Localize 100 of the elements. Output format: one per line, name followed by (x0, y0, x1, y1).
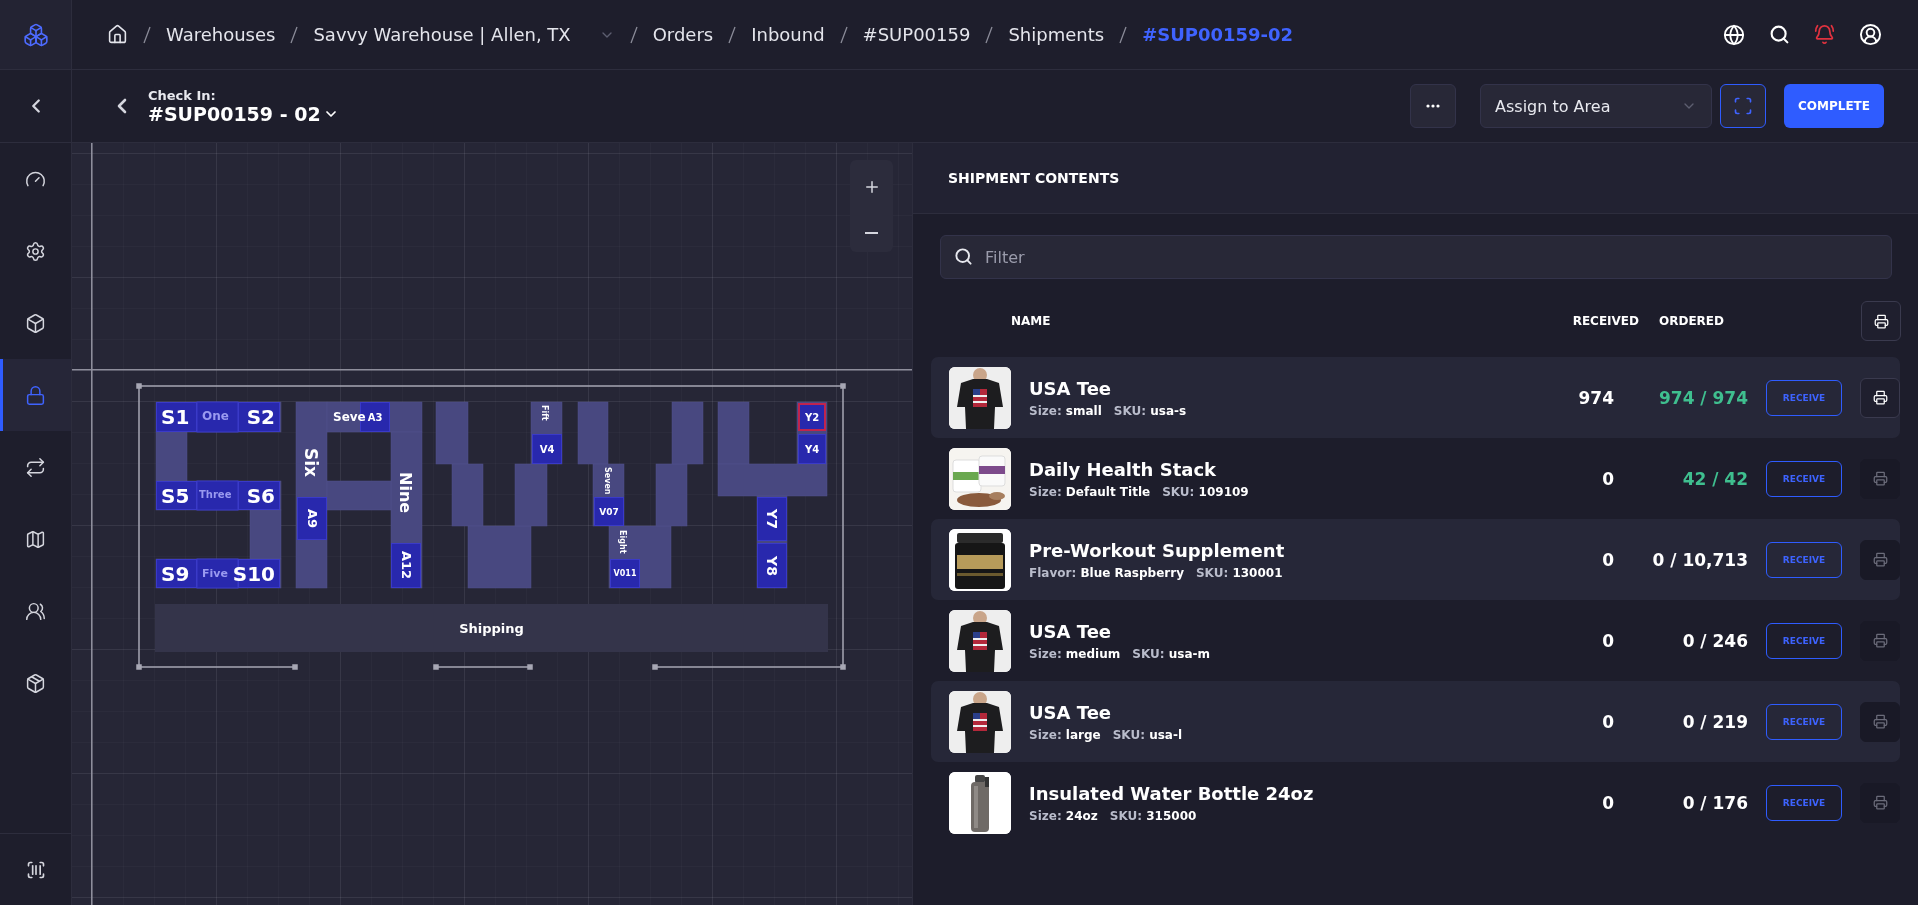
printer-icon (1873, 313, 1889, 329)
received-count: 0 (1601, 549, 1614, 570)
printer-icon (1872, 390, 1888, 405)
area-label: One (202, 410, 229, 422)
printer-icon (1872, 471, 1888, 486)
page-title: #SUP00159 - 02 (148, 102, 321, 125)
home-icon (107, 24, 128, 45)
slash-icon (628, 24, 639, 45)
ordered-count: 42 / 42 (1681, 468, 1748, 489)
user-icon[interactable] (1859, 23, 1882, 46)
storage-zone[interactable]: Y8 (757, 543, 787, 588)
storage-zone[interactable]: V011 (610, 559, 640, 588)
storage-zone[interactable]: Y4 (798, 434, 826, 464)
minus-icon (865, 232, 878, 234)
item-name: USA Tee (1029, 377, 1113, 399)
item-name: USA Tee (1029, 620, 1113, 642)
breadcrumb-link[interactable]: #SUP00159 (862, 24, 971, 45)
map-icon (25, 528, 46, 550)
breadcrumb-link[interactable]: Inbound (751, 24, 825, 45)
box-icon (25, 312, 46, 334)
item-detail: Flavor: Blue Raspberry (1029, 565, 1184, 580)
search-icon[interactable] (1769, 24, 1790, 45)
storage-zone[interactable]: Y7 (757, 497, 787, 541)
area-label: Fift (540, 405, 548, 421)
logo-icon (22, 21, 49, 48)
area-select[interactable]: Assign to Area (1480, 84, 1712, 128)
area-label: Six (302, 448, 319, 478)
column-header: RECEIVED (1571, 314, 1639, 328)
page-caption: Check In: (148, 87, 217, 103)
item-detail: Size: large (1029, 727, 1101, 742)
print-all-button[interactable] (1861, 301, 1901, 341)
home-link[interactable] (107, 24, 128, 45)
item-name: Daily Health Stack (1029, 458, 1218, 480)
ordered-count: 974 / 974 (1657, 387, 1748, 408)
storage-zone[interactable]: S1 (156, 402, 197, 432)
received-count: 0 (1601, 468, 1614, 489)
lock-icon (25, 384, 46, 406)
bell-icon[interactable] (1814, 24, 1835, 45)
sidebar-item[interactable] (0, 359, 71, 431)
package-icon (25, 672, 46, 694)
storage-zone[interactable]: A9 (297, 497, 327, 540)
item-detail: Size: medium (1029, 646, 1121, 661)
storage-zone[interactable]: A12 (391, 543, 421, 588)
printer-icon (1872, 552, 1888, 567)
storage-zone[interactable]: V07 (594, 497, 624, 526)
receive-button[interactable]: RECEIVE (1766, 622, 1842, 659)
ordered-count: 0 / 176 (1681, 792, 1748, 813)
slash-icon (142, 24, 152, 45)
storage-zone[interactable]: S5 (156, 481, 197, 510)
globe-icon[interactable] (1723, 23, 1745, 46)
scan-button[interactable] (1720, 84, 1766, 128)
slash-icon (727, 24, 738, 45)
area-label: Seven (603, 467, 611, 495)
printer-icon (1872, 795, 1888, 810)
storage-zone[interactable]: S2 (238, 402, 280, 432)
item-detail: SKU: usa-s (1113, 403, 1187, 418)
repeat-icon (25, 456, 46, 478)
area-label: Five (202, 568, 228, 579)
slash-icon (289, 24, 300, 45)
complete-button[interactable]: COMPLETE (1784, 84, 1884, 128)
panel-title: SHIPMENT CONTENTS (948, 170, 1120, 186)
ellipsis-icon (1426, 104, 1440, 108)
area-label: Three (199, 490, 232, 500)
item-detail: Size: 24oz (1029, 808, 1098, 823)
area-label: Nine (397, 472, 413, 514)
item-detail: SKU: usa-l (1112, 727, 1183, 742)
column-header: NAME (1011, 314, 1052, 328)
item-detail: SKU: 315000 (1109, 808, 1197, 823)
slash-icon (984, 24, 995, 45)
item-detail: SKU: 109109 (1162, 484, 1249, 499)
breadcrumb-link[interactable]: Warehouses (166, 24, 276, 45)
item-detail: SKU: usa-m (1132, 646, 1210, 661)
slash-icon (1118, 24, 1129, 45)
ordered-count: 0 / 10,713 (1651, 549, 1748, 570)
storage-zone[interactable]: V4 (532, 434, 562, 464)
area-label: Eight (618, 530, 626, 554)
ordered-count: 0 / 219 (1681, 711, 1748, 732)
item-detail: SKU: 130001 (1195, 565, 1283, 580)
receive-button[interactable]: RECEIVE (1766, 460, 1842, 497)
filter-field[interactable]: Filter (940, 235, 1892, 279)
barcode-icon[interactable] (25, 859, 46, 880)
storage-zone[interactable]: Y2 (798, 403, 826, 431)
settings-icon (25, 240, 46, 262)
receive-button[interactable]: RECEIVE (1766, 784, 1842, 821)
breadcrumb-link[interactable]: Savvy Warehouse | Allen, TX (313, 24, 571, 45)
printer-icon (1872, 633, 1888, 648)
received-count: 0 (1601, 711, 1614, 732)
received-count: 0 (1601, 630, 1614, 651)
item-detail: Size: small (1029, 403, 1102, 418)
item-name: USA Tee (1029, 701, 1113, 723)
shipping-zone[interactable]: Shipping (155, 604, 828, 652)
breadcrumb-link[interactable]: Orders (652, 24, 714, 45)
received-count: 974 (1577, 387, 1614, 408)
received-count: 0 (1601, 792, 1614, 813)
breadcrumb-link[interactable]: Shipments (1008, 24, 1105, 45)
slash-icon (838, 24, 849, 45)
scan-icon (1733, 96, 1753, 116)
storage-zone[interactable]: S9 (156, 559, 197, 588)
storage-zone[interactable]: S6 (238, 481, 280, 510)
print-button[interactable] (1860, 377, 1900, 418)
